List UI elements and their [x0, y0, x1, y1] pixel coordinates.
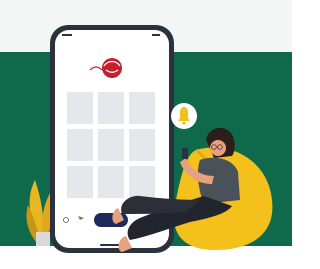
bell-notification — [171, 103, 197, 129]
plant — [26, 180, 53, 246]
tile-grid — [67, 92, 155, 198]
illustration-scene — [0, 0, 292, 269]
phone-button-label — [96, 214, 126, 226]
illustration-svg — [26, 25, 273, 253]
